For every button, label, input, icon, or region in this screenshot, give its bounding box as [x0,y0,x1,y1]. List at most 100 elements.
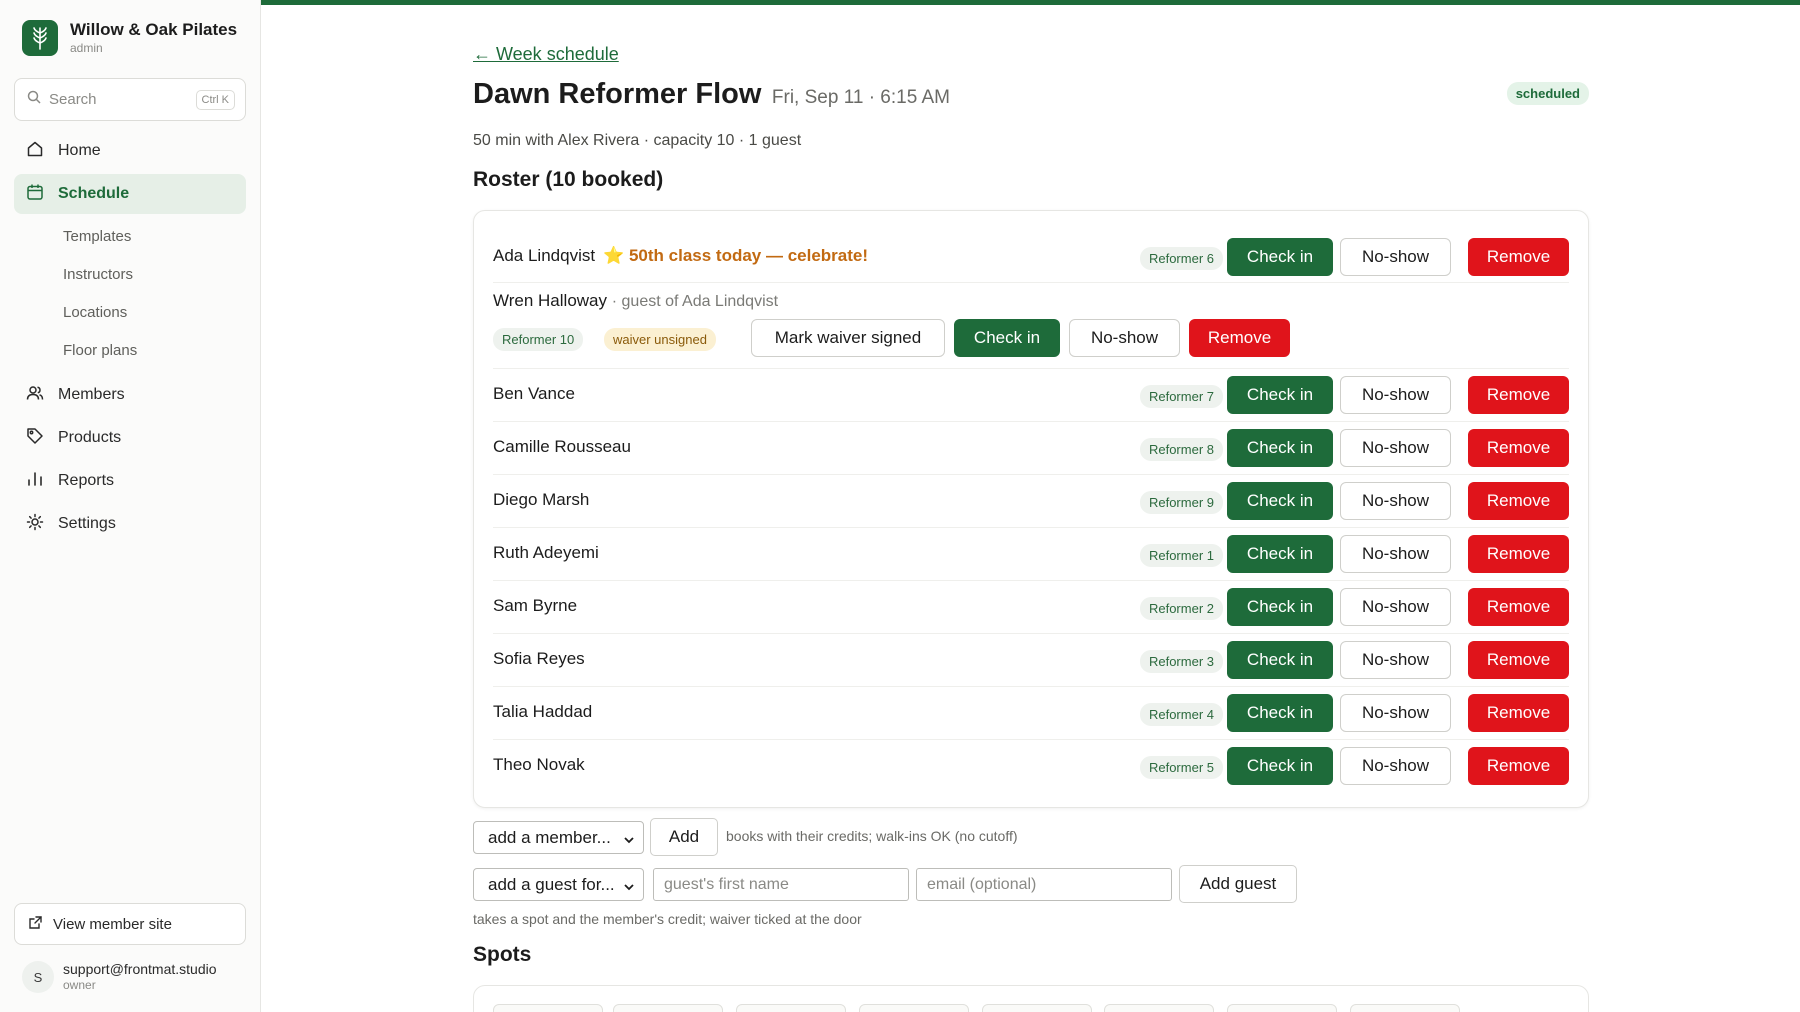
remove-button[interactable]: Remove [1468,535,1569,573]
no-show-button[interactable]: No-show [1340,482,1451,520]
no-show-button[interactable]: No-show [1340,238,1451,276]
sidebar-item-home[interactable]: Home [14,131,246,171]
search-placeholder: Search [49,91,97,108]
roster-row: Camille Rousseau Reformer 8 Check in No-… [493,422,1569,475]
class-header: Dawn Reformer Flow Fri, Sep 11 · 6:15 AM… [473,78,1589,114]
user-email: support@frontmat.studio [63,961,217,977]
roster-row: Theo Novak Reformer 5 Check in No-show R… [493,740,1569,793]
sidebar-item-schedule[interactable]: Schedule [14,174,246,214]
waiver-unsigned-badge: waiver unsigned [604,328,716,351]
brand[interactable]: Willow & Oak Pilates admin [22,20,237,56]
remove-button[interactable]: Remove [1468,588,1569,626]
check-in-button[interactable]: Check in [1227,238,1333,276]
member-site-label: View member site [53,915,172,933]
member-name[interactable]: Ada Lindqvist [493,246,595,265]
schedule-subnav: Templates Instructors Locations Floor pl… [14,217,246,369]
mark-waiver-signed-button[interactable]: Mark waiver signed [751,319,945,357]
check-in-button[interactable]: Check in [954,319,1060,357]
guest-email-input[interactable]: email (optional) [916,868,1172,901]
no-show-button[interactable]: No-show [1069,319,1180,357]
member-name[interactable]: Diego Marsh [493,490,589,510]
search-shortcut: Ctrl K [195,89,235,110]
check-in-button[interactable]: Check in [1227,747,1333,785]
roster-row: Sam Byrne Reformer 2 Check in No-show Re… [493,581,1569,634]
check-in-button[interactable]: Check in [1227,641,1333,679]
add-guest-hint: takes a spot and the member's credit; wa… [473,911,862,927]
remove-button[interactable]: Remove [1468,238,1569,276]
class-summary: 50 min with Alex Rivera · capacity 10 · … [473,132,802,149]
remove-button[interactable]: Remove [1468,747,1569,785]
remove-button[interactable]: Remove [1468,429,1569,467]
remove-button[interactable]: Remove [1468,376,1569,414]
search-input[interactable]: Search Ctrl K [14,78,246,121]
member-name[interactable]: Talia Haddad [493,702,592,722]
back-to-week-schedule-link[interactable]: ← Week schedule [473,44,619,65]
sidebar-subitem-instructors[interactable]: Instructors [14,255,246,293]
sidebar-item-members[interactable]: Members [14,375,246,415]
member-name[interactable]: Sam Byrne [493,596,577,616]
spot-chip[interactable] [982,1004,1092,1012]
roster-row: Sofia Reyes Reformer 3 Check in No-show … [493,634,1569,687]
roster-heading: Roster (10 booked) [473,168,664,191]
check-in-button[interactable]: Check in [1227,694,1333,732]
spot-badge: Reformer 7 [1139,385,1223,408]
spot-chip[interactable] [1104,1004,1214,1012]
wheat-logo-icon [22,20,58,56]
brand-role: admin [70,41,103,55]
remove-button[interactable]: Remove [1468,694,1569,732]
member-name[interactable]: Ruth Adeyemi [493,543,599,563]
sidebar-subitem-locations[interactable]: Locations [14,293,246,331]
sidebar-subitem-floor-plans[interactable]: Floor plans [14,331,246,369]
remove-button[interactable]: Remove [1468,482,1569,520]
member-name[interactable]: Ben Vance [493,384,575,404]
remove-button[interactable]: Remove [1189,319,1290,357]
no-show-button[interactable]: No-show [1340,588,1451,626]
roster-member-name: Ada Lindqvist ⭐ 50th class today — celebr… [493,246,868,266]
sidebar-item-products[interactable]: Products [14,418,246,458]
no-show-button[interactable]: No-show [1340,535,1451,573]
member-name[interactable]: Theo Novak [493,755,585,775]
users-icon [26,384,44,407]
spot-badge: Reformer 1 [1139,544,1223,567]
roster-row: Talia Haddad Reformer 4 Check in No-show… [493,687,1569,740]
view-member-site-button[interactable]: View member site [14,903,246,945]
check-in-button[interactable]: Check in [1227,535,1333,573]
no-show-button[interactable]: No-show [1340,641,1451,679]
no-show-button[interactable]: No-show [1340,429,1451,467]
remove-button[interactable]: Remove [1468,641,1569,679]
guest-first-name-input[interactable]: guest's first name [653,868,909,901]
sidebar-item-label: Products [58,429,122,446]
add-member-select[interactable]: add a member... [473,821,644,854]
sidebar-item-settings[interactable]: Settings [14,504,246,544]
select-value: add a member... [488,827,611,847]
member-name[interactable]: Sofia Reyes [493,649,585,669]
spot-chip[interactable] [1350,1004,1460,1012]
check-in-button[interactable]: Check in [1227,588,1333,626]
check-in-button[interactable]: Check in [1227,429,1333,467]
check-in-button[interactable]: Check in [1227,482,1333,520]
no-show-button[interactable]: No-show [1340,694,1451,732]
top-accent-bar [261,0,1800,5]
spot-chip[interactable] [859,1004,969,1012]
no-show-button[interactable]: No-show [1340,747,1451,785]
sidebar-subitem-templates[interactable]: Templates [14,217,246,255]
spot-chip[interactable] [613,1004,723,1012]
add-guest-button[interactable]: Add guest [1179,865,1297,903]
add-guest-for-select[interactable]: add a guest for... [473,868,644,901]
spot-chip[interactable] [736,1004,846,1012]
no-show-button[interactable]: No-show [1340,376,1451,414]
roster-row-guest: Wren Halloway · guest of Ada Lindqvist R… [493,283,1569,369]
sidebar-item-reports[interactable]: Reports [14,461,246,501]
spot-badge: Reformer 4 [1139,703,1223,726]
chevron-down-icon [623,831,635,851]
spot-chip[interactable] [493,1004,603,1012]
member-name[interactable]: Camille Rousseau [493,437,631,457]
spot-chip[interactable] [1227,1004,1337,1012]
sidebar-item-label: Reports [58,472,115,489]
guest-name[interactable]: Wren Halloway [493,291,607,310]
add-member-button[interactable]: Add [650,818,718,856]
user-menu[interactable]: S support@frontmat.studio owner [22,961,217,993]
home-icon [26,140,44,163]
check-in-button[interactable]: Check in [1227,376,1333,414]
external-link-icon [28,915,43,934]
